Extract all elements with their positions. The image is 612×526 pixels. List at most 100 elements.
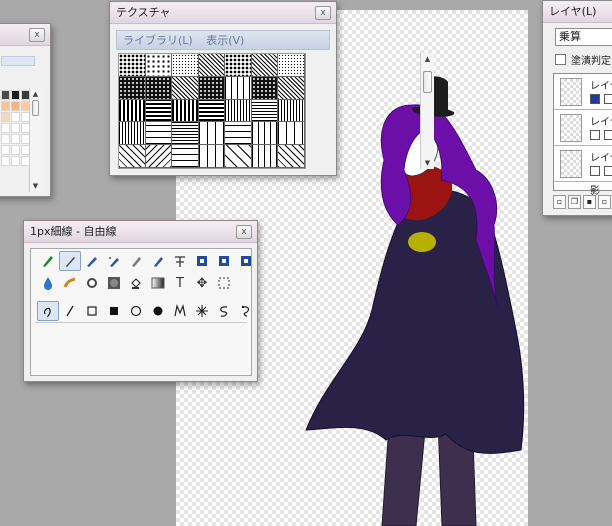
dark-circle-icon[interactable] <box>103 273 125 293</box>
close-button[interactable]: x <box>236 225 252 239</box>
palette-title-bar[interactable]: x <box>0 24 50 46</box>
rect-outline-icon[interactable] <box>81 301 103 321</box>
lock-icon[interactable] <box>604 130 612 140</box>
texture-swatch[interactable] <box>278 76 305 100</box>
square-tool-icon-2[interactable] <box>213 251 235 271</box>
text-icon[interactable]: T <box>169 273 191 293</box>
texture-swatch[interactable] <box>251 99 279 123</box>
color-swatch[interactable] <box>1 145 10 155</box>
ellipse-fill-icon[interactable] <box>147 301 169 321</box>
polyline-icon[interactable] <box>169 301 191 321</box>
copy-layer-icon[interactable]: ❐ <box>568 195 581 209</box>
texture-swatch[interactable] <box>225 122 252 146</box>
color-swatch[interactable] <box>11 90 20 100</box>
clip-checkbox[interactable] <box>555 54 566 65</box>
color-swatch[interactable] <box>11 134 20 144</box>
layer-row[interactable]: レイヤ <box>554 74 612 110</box>
texture-swatch[interactable] <box>225 145 252 168</box>
layer-row[interactable]: 影 <box>554 182 612 197</box>
scroll-up-icon[interactable]: ▲ <box>30 88 41 100</box>
texture-swatch[interactable] <box>225 76 252 100</box>
lock-icon[interactable] <box>604 166 612 176</box>
texture-swatch[interactable] <box>119 54 146 77</box>
texture-swatch[interactable] <box>198 99 226 123</box>
smudge-icon[interactable] <box>59 273 81 293</box>
palette-tab-strip[interactable] <box>1 56 35 66</box>
texture-swatch[interactable] <box>119 99 146 123</box>
texture-swatch[interactable] <box>145 99 173 123</box>
texture-swatch[interactable] <box>172 76 199 100</box>
texture-swatch[interactable] <box>225 99 252 123</box>
selection-icon[interactable] <box>213 273 235 293</box>
palette-scrollbar[interactable]: ▲ ▼ <box>29 88 41 192</box>
color-swatch-grid[interactable] <box>1 90 30 166</box>
texture-swatch[interactable] <box>119 145 146 168</box>
curve-icon[interactable] <box>213 301 235 321</box>
square-tool-icon[interactable] <box>191 251 213 271</box>
close-button[interactable]: x <box>315 6 331 20</box>
scroll-down-icon[interactable]: ▼ <box>421 157 434 169</box>
color-swatch[interactable] <box>11 112 20 122</box>
texture-scrollbar[interactable]: ▲ ▼ <box>420 53 434 169</box>
color-swatch[interactable] <box>11 101 20 111</box>
straight-line-icon[interactable] <box>59 301 81 321</box>
color-swatch[interactable] <box>1 134 10 144</box>
scroll-up-icon[interactable]: ▲ <box>421 53 434 65</box>
lock-icon[interactable] <box>604 94 612 104</box>
airbrush-icon[interactable] <box>103 251 125 271</box>
texture-swatch[interactable] <box>119 76 146 100</box>
texture-swatch[interactable] <box>198 122 226 146</box>
ellipse-outline-icon[interactable] <box>125 301 147 321</box>
texture-swatch[interactable] <box>172 145 199 168</box>
texture-swatch[interactable] <box>225 54 252 77</box>
new-layer-icon[interactable]: ▫ <box>553 195 566 209</box>
color-swatch[interactable] <box>1 112 10 122</box>
texture-swatch[interactable] <box>278 145 305 168</box>
move-icon[interactable]: ✥ <box>191 273 213 293</box>
layer-title-bar[interactable]: レイヤ(L) <box>543 1 612 23</box>
brush-title-bar[interactable]: 1px細線 - 自由線 x <box>24 221 257 243</box>
visibility-icon[interactable] <box>590 166 600 176</box>
pen-icon[interactable] <box>59 251 81 271</box>
freehand-line-icon[interactable] <box>37 301 59 321</box>
texture-swatch[interactable] <box>172 54 199 77</box>
texture-swatch[interactable] <box>145 54 173 77</box>
texture-swatch[interactable] <box>278 122 305 146</box>
texture-swatch[interactable] <box>145 76 173 100</box>
color-swatch[interactable] <box>1 101 10 111</box>
menu-library[interactable]: ライブラリ(L) <box>123 34 193 47</box>
layer-settings-icon[interactable]: ▫ <box>598 195 611 209</box>
menu-view[interactable]: 表示(V) <box>206 34 244 47</box>
blur-icon[interactable] <box>147 251 169 271</box>
color-swatch[interactable] <box>11 123 20 133</box>
square-tool-icon-3[interactable] <box>235 251 257 271</box>
texture-swatch[interactable] <box>198 54 226 77</box>
texture-swatch[interactable] <box>119 122 146 146</box>
visibility-icon[interactable] <box>590 94 600 104</box>
texture-swatch[interactable] <box>251 54 279 77</box>
water-drop-icon[interactable] <box>37 273 59 293</box>
visibility-icon[interactable] <box>590 130 600 140</box>
texture-swatch[interactable] <box>145 122 173 146</box>
texture-swatch[interactable] <box>251 122 279 146</box>
close-button[interactable]: x <box>29 28 45 42</box>
fill-bucket-icon[interactable] <box>125 273 147 293</box>
gradient-icon[interactable] <box>147 273 169 293</box>
texture-swatch[interactable] <box>172 122 199 146</box>
marker-icon[interactable] <box>125 251 147 271</box>
bezier-icon[interactable] <box>235 301 257 321</box>
scroll-thumb[interactable] <box>423 71 432 93</box>
texture-swatch[interactable] <box>278 54 305 77</box>
layer-row[interactable]: レイヤ <box>554 110 612 146</box>
rect-fill-icon[interactable] <box>103 301 125 321</box>
color-swatch[interactable] <box>1 156 10 166</box>
scroll-down-icon[interactable]: ▼ <box>30 180 41 192</box>
color-swatch[interactable] <box>1 123 10 133</box>
delete-layer-icon[interactable]: ▪ <box>583 195 596 209</box>
texture-swatch[interactable] <box>251 145 279 168</box>
texture-swatch[interactable] <box>145 145 173 168</box>
brush-icon[interactable] <box>37 251 59 271</box>
texture-swatch[interactable] <box>278 99 305 123</box>
texture-title-bar[interactable]: テクスチャ x <box>110 2 336 24</box>
blend-mode-select[interactable]: 乗算 <box>555 28 612 46</box>
